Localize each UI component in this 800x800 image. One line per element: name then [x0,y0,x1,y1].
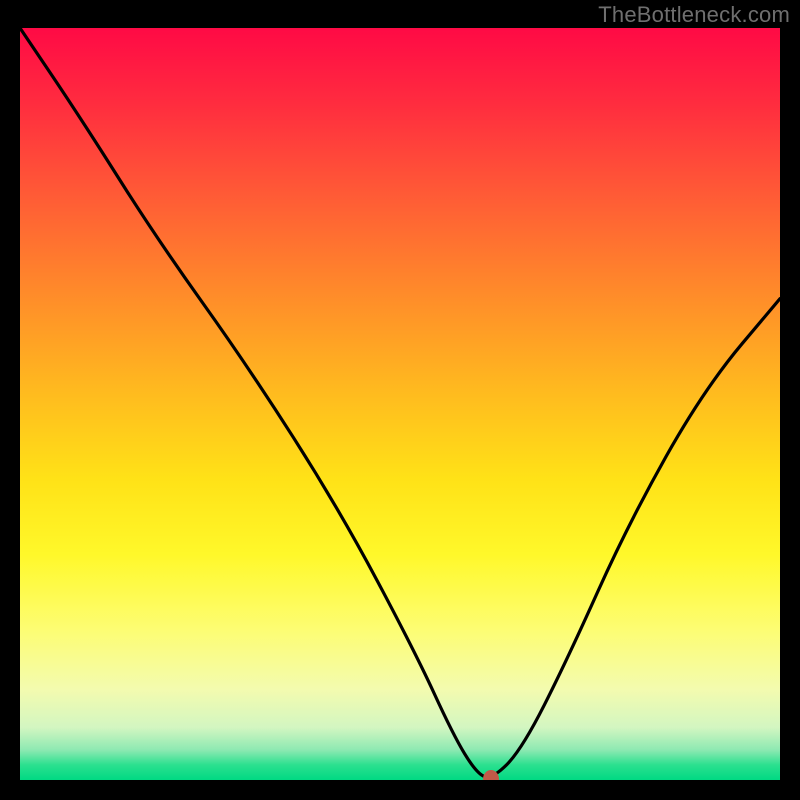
chart-frame: TheBottleneck.com [0,0,800,800]
watermark-text: TheBottleneck.com [598,2,790,28]
curve-path [20,28,780,777]
plot-area [20,28,780,780]
bottleneck-curve [20,28,780,780]
